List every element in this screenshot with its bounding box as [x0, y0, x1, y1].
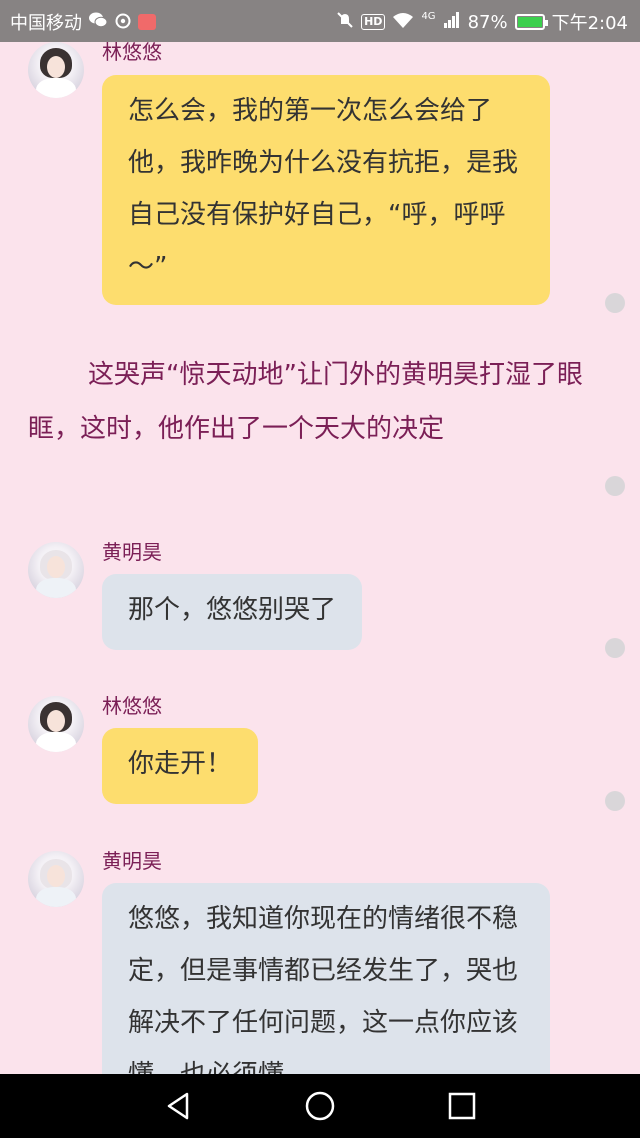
sender-name: 林悠悠 — [102, 42, 162, 64]
status-dot — [605, 293, 625, 313]
battery-icon — [514, 14, 548, 30]
status-bar: 中国移动 HD 4G 87% 下午2:04 — [0, 0, 640, 42]
message-bubble[interactable]: 你走开！ — [102, 728, 259, 804]
message-bubble[interactable]: 那个，悠悠别哭了 — [102, 574, 363, 650]
navigation-bar — [0, 1074, 640, 1138]
status-dot — [605, 791, 625, 811]
sender-name: 黄明昊 — [102, 849, 162, 873]
avatar[interactable] — [28, 42, 84, 98]
weibo-icon — [114, 11, 132, 34]
message-item: 林悠悠 你走开！ — [28, 692, 628, 812]
sender-name: 黄明昊 — [102, 540, 162, 564]
recents-icon[interactable] — [446, 1090, 478, 1122]
signal-icon — [443, 11, 461, 34]
avatar[interactable] — [28, 851, 84, 907]
chat-content[interactable]: 林悠悠 怎么会，我的第一次怎么会给了他，我昨晚为什么没有抗拒，是我自己没有保护好… — [0, 42, 640, 1074]
avatar[interactable] — [28, 542, 84, 598]
wifi-icon — [392, 11, 414, 34]
message-bubble[interactable]: 怎么会，我的第一次怎么会给了他，我昨晚为什么没有抗拒，是我自己没有保护好自己，“… — [102, 75, 550, 305]
narration-text: 这哭声“惊天动地”让门外的黄明昊打湿了眼眶，这时，他作出了一个天大的决定 — [28, 360, 583, 444]
battery-percent: 87% — [467, 11, 508, 33]
status-dot — [605, 638, 625, 658]
carrier-label: 中国移动 — [10, 13, 82, 34]
signal-type-label: 4G — [421, 10, 436, 22]
home-icon[interactable] — [304, 1090, 336, 1122]
message-item: 林悠悠 怎么会，我的第一次怎么会给了他，我昨晚为什么没有抗拒，是我自己没有保护好… — [28, 42, 628, 308]
message-item: 黄明昊 那个，悠悠别哭了 — [28, 538, 628, 658]
status-dot — [605, 476, 625, 496]
back-icon[interactable] — [163, 1090, 195, 1122]
hd-icon: HD — [361, 14, 386, 30]
sender-name: 林悠悠 — [102, 694, 162, 718]
mail-icon — [138, 14, 156, 30]
message-bubble[interactable]: 悠悠，我知道你现在的情绪很不稳定，但是事情都已经发生了，哭也解决不了任何问题，这… — [102, 883, 550, 1074]
message-item: 黄明昊 悠悠，我知道你现在的情绪很不稳定，但是事情都已经发生了，哭也解决不了任何… — [28, 847, 628, 1074]
clock: 下午2:04 — [551, 13, 628, 34]
mute-icon — [336, 11, 354, 34]
wechat-icon — [88, 11, 108, 34]
avatar[interactable] — [28, 696, 84, 752]
